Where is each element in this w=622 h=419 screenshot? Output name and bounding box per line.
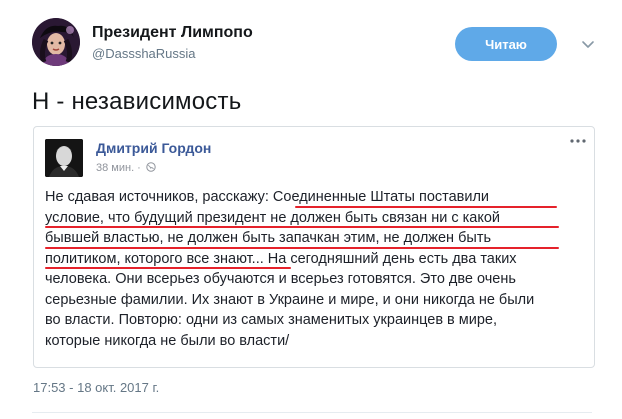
- quoted-post-line: человека. Они всерьез обучаются и всерье…: [45, 271, 516, 287]
- quoted-post-line: Не сдавая источников, расскажу: Соединен…: [45, 189, 490, 205]
- highlight-underline: [295, 206, 557, 208]
- quoted-post-line: во власти. Повторю: одни из самых знамен…: [45, 312, 498, 328]
- highlight-underline: [45, 247, 559, 249]
- quoted-post-line: серьезные фамилии. Их знают в Украине и …: [45, 291, 535, 308]
- author-name[interactable]: Президент Лимпопо: [92, 24, 253, 42]
- quoted-post-body: Не сдавая источников, расскажу: Соединен…: [45, 187, 585, 351]
- quoted-post-line: бывшей властью, не должен быть запачкан …: [45, 230, 492, 246]
- quoted-post-line: которые никогда не были во власти/: [45, 332, 290, 349]
- more-options-icon[interactable]: [568, 137, 588, 145]
- highlight-underline: [45, 226, 559, 228]
- globe-icon: [146, 162, 156, 172]
- highlight-underline: [45, 267, 291, 269]
- quoted-post-line: условие, что будущий президент не должен…: [45, 209, 501, 226]
- quoted-author-name[interactable]: Дмитрий Гордон: [96, 140, 211, 156]
- author-handle[interactable]: @DassshaRussia: [92, 46, 196, 61]
- author-avatar[interactable]: [32, 18, 80, 66]
- quoted-post[interactable]: Дмитрий Гордон 38 мин. · Не сдавая источ…: [33, 126, 595, 368]
- tweet-timestamp[interactable]: 17:53 - 18 окт. 2017 г.: [33, 380, 159, 395]
- follow-button[interactable]: Читаю: [455, 27, 557, 61]
- tweet-card: Президент Лимпопо @DassshaRussia Читаю Н…: [0, 0, 622, 419]
- divider: [32, 412, 592, 413]
- quoted-post-time: 38 мин. ·: [96, 162, 156, 174]
- quoted-post-time-label: 38 мин. ·: [96, 162, 141, 174]
- quoted-author-avatar: [45, 139, 83, 177]
- quoted-post-line: политиком, которого все знают... На сего…: [45, 250, 517, 267]
- tweet-text: Н - независимость: [32, 88, 242, 115]
- chevron-down-icon[interactable]: [580, 36, 596, 52]
